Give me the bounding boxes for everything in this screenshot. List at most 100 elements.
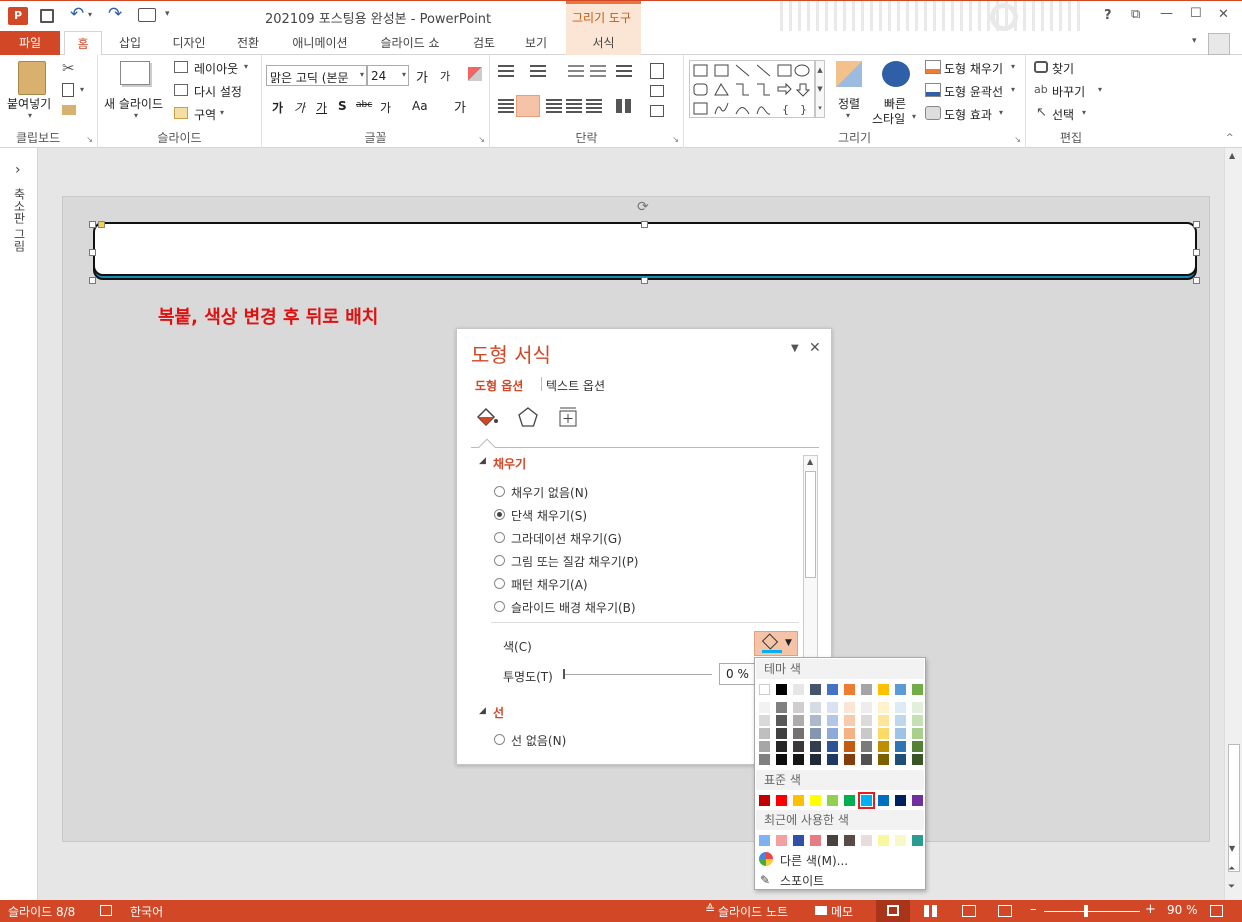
- recent-color-swatch[interactable]: [861, 835, 872, 846]
- transparency-slider-thumb[interactable]: [563, 669, 565, 679]
- font-size-select[interactable]: 24 ▾: [367, 65, 409, 86]
- theme-shade-swatch[interactable]: [810, 728, 821, 739]
- pane-scroll-up-icon[interactable]: ▲: [807, 457, 813, 466]
- pane-scroll-thumb[interactable]: [805, 471, 816, 578]
- save-icon[interactable]: [40, 9, 54, 23]
- rounded-rectangle-shape[interactable]: [93, 222, 1197, 276]
- selection-handle[interactable]: [641, 277, 648, 284]
- theme-color-swatch[interactable]: [810, 684, 821, 695]
- theme-shade-swatch[interactable]: [861, 702, 872, 713]
- redo-icon[interactable]: ↷: [108, 4, 122, 24]
- theme-shade-swatch[interactable]: [776, 754, 787, 765]
- theme-shade-swatch[interactable]: [759, 702, 770, 713]
- bullets-icon[interactable]: [498, 65, 514, 79]
- fill-option-label[interactable]: 채우기 없음(N): [511, 484, 588, 501]
- tab-view[interactable]: 보기: [514, 31, 558, 55]
- thumbnails-label[interactable]: 축소판 그림: [11, 188, 28, 252]
- user-avatar[interactable]: [1208, 33, 1230, 55]
- standard-color-swatch[interactable]: [878, 795, 889, 806]
- decrease-indent-icon[interactable]: [568, 65, 584, 79]
- theme-shade-swatch[interactable]: [810, 702, 821, 713]
- pane-close-icon[interactable]: ✕: [809, 340, 821, 356]
- recent-color-swatch[interactable]: [793, 835, 804, 846]
- theme-shade-swatch[interactable]: [844, 702, 855, 713]
- line-spacing-icon[interactable]: [616, 65, 632, 79]
- shapes-gallery-scroll[interactable]: ▲ ▼ ▾: [815, 60, 825, 118]
- shape-outline-button[interactable]: 도형 윤곽선: [944, 83, 1003, 100]
- theme-shade-swatch[interactable]: [912, 728, 923, 739]
- standard-color-swatch[interactable]: [844, 795, 855, 806]
- theme-shade-swatch[interactable]: [759, 715, 770, 726]
- close-button[interactable]: ✕: [1218, 7, 1229, 22]
- fill-color-button[interactable]: ▼: [754, 631, 798, 656]
- theme-shade-swatch[interactable]: [844, 754, 855, 765]
- theme-shade-swatch[interactable]: [878, 702, 889, 713]
- font-size-dropdown-icon[interactable]: ▾: [402, 70, 406, 79]
- transparency-slider-track[interactable]: [564, 674, 712, 675]
- tab-home[interactable]: 홈: [64, 31, 102, 56]
- theme-shade-swatch[interactable]: [878, 728, 889, 739]
- scroll-up-icon[interactable]: ▲: [1229, 151, 1235, 160]
- zoom-slider-thumb[interactable]: [1084, 905, 1088, 917]
- section-dropdown-icon[interactable]: ▾: [220, 108, 224, 117]
- italic-button[interactable]: 가: [294, 99, 305, 116]
- recent-color-swatch[interactable]: [895, 835, 906, 846]
- font-color-button[interactable]: 가: [454, 97, 466, 116]
- shape-fill-icon[interactable]: [925, 60, 941, 74]
- theme-shade-swatch[interactable]: [844, 728, 855, 739]
- arrange-button[interactable]: 정렬: [838, 95, 860, 112]
- customize-toolbar-icon[interactable]: ▾: [165, 9, 170, 19]
- font-launcher-icon[interactable]: ↘: [478, 135, 485, 144]
- theme-shade-swatch[interactable]: [827, 754, 838, 765]
- shapes-gallery[interactable]: { }: [689, 60, 815, 118]
- align-left-icon[interactable]: [498, 99, 514, 113]
- tab-shape-options[interactable]: 도형 옵션: [475, 377, 523, 394]
- fill-option-label[interactable]: 슬라이드 배경 채우기(B): [511, 599, 636, 616]
- theme-shade-swatch[interactable]: [810, 754, 821, 765]
- recent-color-swatch[interactable]: [776, 835, 787, 846]
- theme-color-swatch[interactable]: [827, 684, 838, 695]
- tab-animations[interactable]: 애니메이션: [280, 31, 360, 55]
- reading-view-icon[interactable]: [962, 905, 976, 917]
- rotation-handle-icon[interactable]: ⟳: [637, 199, 649, 215]
- shape-fill-dropdown-icon[interactable]: ▾: [1011, 62, 1015, 71]
- vertical-scrollbar[interactable]: ▲ ▼ ⏶ ⏷: [1224, 148, 1242, 900]
- theme-shade-swatch[interactable]: [844, 741, 855, 752]
- next-slide-icon[interactable]: ⏷: [1228, 882, 1235, 892]
- selection-handle[interactable]: [641, 221, 648, 228]
- notes-icon[interactable]: ≙: [705, 902, 715, 916]
- find-button[interactable]: 찾기: [1052, 60, 1074, 77]
- quick-styles-icon[interactable]: [882, 61, 910, 87]
- recent-color-swatch[interactable]: [827, 835, 838, 846]
- section-button[interactable]: 구역: [194, 106, 216, 123]
- theme-shade-swatch[interactable]: [810, 741, 821, 752]
- arrange-dropdown-icon[interactable]: ▾: [846, 111, 850, 120]
- standard-color-swatch[interactable]: [895, 795, 906, 806]
- recent-color-swatch[interactable]: [878, 835, 889, 846]
- font-name-dropdown-icon[interactable]: ▾: [360, 70, 364, 79]
- theme-shade-swatch[interactable]: [895, 715, 906, 726]
- fit-to-window-icon[interactable]: [1210, 905, 1223, 917]
- ribbon-display-button[interactable]: ⧉: [1131, 7, 1140, 22]
- undo-icon[interactable]: ↶: [70, 4, 84, 24]
- theme-shade-swatch[interactable]: [895, 754, 906, 765]
- theme-shade-swatch[interactable]: [861, 728, 872, 739]
- theme-shade-swatch[interactable]: [912, 741, 923, 752]
- theme-shade-swatch[interactable]: [878, 715, 889, 726]
- fill-section-collapse-icon[interactable]: ◢: [479, 456, 486, 466]
- fill-option-radio[interactable]: [494, 555, 505, 566]
- shape-effects-icon[interactable]: [925, 106, 941, 120]
- grow-font-button[interactable]: 가: [416, 67, 428, 86]
- theme-color-swatch[interactable]: [878, 684, 889, 695]
- normal-view-button[interactable]: [876, 900, 910, 922]
- zoom-out-button[interactable]: –: [1030, 902, 1037, 917]
- selection-handle[interactable]: [89, 249, 96, 256]
- quick-styles-label-2[interactable]: 스타일: [872, 110, 905, 127]
- tab-slideshow[interactable]: 슬라이드 쇼: [368, 31, 452, 55]
- theme-shade-swatch[interactable]: [912, 715, 923, 726]
- fill-option-label[interactable]: 그림 또는 질감 채우기(P): [511, 553, 638, 570]
- underline-button[interactable]: 가: [316, 99, 327, 116]
- comments-button[interactable]: 메모: [831, 903, 853, 920]
- increase-indent-icon[interactable]: [590, 65, 606, 79]
- help-button[interactable]: ?: [1104, 8, 1112, 23]
